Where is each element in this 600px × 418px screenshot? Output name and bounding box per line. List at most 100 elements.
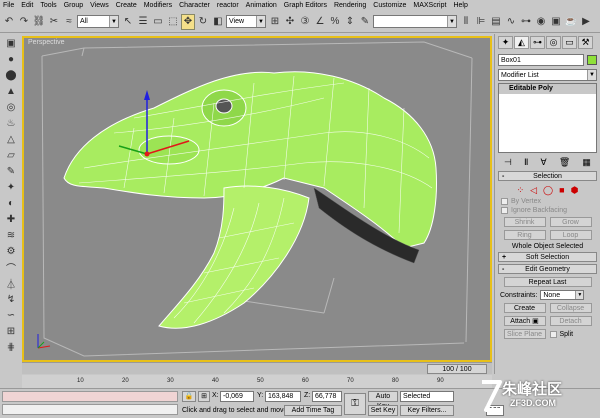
soft-selection-rollout-header[interactable]: + Soft Selection	[498, 252, 597, 262]
trackbar[interactable]: 10 20 30 40 50 60 70 80 90	[22, 375, 492, 388]
create-pyramid-icon[interactable]: △	[2, 132, 20, 146]
object-name-field[interactable]: Box01	[498, 54, 584, 66]
angle-snap-icon[interactable]: ∠	[313, 14, 327, 30]
create-camera-icon[interactable]: ◐	[2, 196, 20, 210]
menu-character[interactable]: Character	[179, 0, 210, 11]
create-helper-icon[interactable]: ✚	[2, 212, 20, 226]
menu-modifiers[interactable]: Modifiers	[144, 0, 172, 11]
create-shape-icon[interactable]: ✎	[2, 164, 20, 178]
viewport-label[interactable]: Perspective	[28, 39, 65, 46]
split-checkbox[interactable]: Split	[549, 329, 592, 339]
make-unique-icon[interactable]: ∀	[541, 157, 547, 168]
maxscript-output[interactable]	[2, 404, 178, 415]
quick-render-icon[interactable]: ☕	[564, 14, 578, 30]
key-mode-dropdown[interactable]: Selected	[400, 391, 454, 402]
detach-button[interactable]: Detach	[549, 316, 592, 326]
schematic-view-icon[interactable]: ⊶	[519, 14, 533, 30]
time-slider-thumb[interactable]: 100 / 100	[427, 364, 487, 374]
select-manipulate-icon[interactable]: ✣	[283, 14, 297, 30]
absolute-mode-icon[interactable]: ⊞	[198, 391, 210, 402]
slice-plane-button[interactable]: Slice Plane	[503, 329, 546, 339]
object-color-swatch[interactable]	[587, 55, 597, 65]
select-rotate-icon[interactable]: ↻	[196, 14, 210, 30]
key-icon[interactable]: ⚿	[344, 393, 366, 415]
pin-stack-icon[interactable]: ⊣	[504, 157, 512, 168]
edit-geometry-rollout-header[interactable]: - Edit Geometry	[498, 264, 597, 274]
configure-sets-icon[interactable]: ▦	[582, 157, 591, 168]
ffd-modifier-icon[interactable]: ⊞	[2, 324, 20, 338]
collapse-button[interactable]: Collapse	[549, 303, 592, 313]
auto-key-button[interactable]: Auto Key	[368, 391, 398, 410]
ignore-backfacing-checkbox[interactable]: Ignore Backfacing	[501, 207, 594, 214]
noise-modifier-icon[interactable]: ∽	[2, 308, 20, 322]
window-crossing-icon[interactable]: ⬚	[166, 14, 180, 30]
menu-help[interactable]: Help	[453, 0, 467, 11]
menu-customize[interactable]: Customize	[373, 0, 406, 11]
x-coordinate-field[interactable]: -0,069	[220, 391, 254, 402]
utilities-tab-icon[interactable]: ⚒	[578, 36, 593, 49]
loop-button[interactable]: Loop	[549, 230, 592, 240]
polygon-icon[interactable]: ■	[559, 185, 564, 196]
undo-icon[interactable]: ↶	[2, 14, 16, 30]
element-icon[interactable]: ⬢	[571, 185, 579, 196]
create-box-icon[interactable]: ▣	[2, 36, 20, 50]
create-torus-icon[interactable]: ◎	[2, 100, 20, 114]
create-button[interactable]: Create	[503, 303, 546, 313]
menu-views[interactable]: Views	[90, 0, 109, 11]
selection-rollout-header[interactable]: - Selection	[498, 171, 597, 181]
selection-filter-dropdown[interactable]: All ▼	[77, 15, 119, 28]
menu-animation[interactable]: Animation	[246, 0, 277, 11]
select-object-icon[interactable]: ↖	[121, 14, 135, 30]
menu-group[interactable]: Group	[64, 0, 83, 11]
percent-snap-icon[interactable]: %	[328, 14, 342, 30]
create-teapot-icon[interactable]: ♨	[2, 116, 20, 130]
lattice-modifier-icon[interactable]: ⋕	[2, 340, 20, 354]
render-scene-icon[interactable]: ▣	[549, 14, 563, 30]
modify-tab-icon[interactable]: ◭	[514, 36, 529, 49]
unlink-icon[interactable]: ✂	[47, 14, 61, 30]
select-by-name-icon[interactable]: ☰	[136, 14, 150, 30]
create-sphere-icon[interactable]: ●	[2, 52, 20, 66]
redo-icon[interactable]: ↷	[17, 14, 31, 30]
select-link-icon[interactable]: ⛓	[32, 14, 46, 30]
curve-editor-icon[interactable]: ∿	[504, 14, 518, 30]
menu-tools[interactable]: Tools	[40, 0, 56, 11]
pivot-icon[interactable]: ⊞	[268, 14, 282, 30]
menu-file[interactable]: File	[3, 0, 14, 11]
maxscript-listener[interactable]	[2, 391, 178, 402]
snap-3d-icon[interactable]: ③	[298, 14, 312, 30]
mirror-icon[interactable]: ⫴	[459, 14, 473, 30]
border-icon[interactable]: ◯	[543, 185, 553, 196]
create-tab-icon[interactable]: ✦	[498, 36, 513, 49]
create-cone-icon[interactable]: ▲	[2, 84, 20, 98]
dinosaur-mesh[interactable]	[63, 71, 437, 329]
hierarchy-tab-icon[interactable]: ⊶	[530, 36, 545, 49]
bind-space-warp-icon[interactable]: ≈	[62, 14, 76, 30]
menu-maxscript[interactable]: MAXScript	[413, 0, 446, 11]
grow-button[interactable]: Grow	[549, 217, 592, 227]
show-end-result-icon[interactable]: Ⅱ	[524, 157, 528, 168]
key-filters-button[interactable]: Key Filters...	[400, 405, 454, 416]
attach-button[interactable]: Attach ▣	[503, 316, 546, 326]
material-editor-icon[interactable]: ◉	[534, 14, 548, 30]
rect-selection-icon[interactable]: ▭	[151, 14, 165, 30]
menu-reactor[interactable]: reactor	[217, 0, 239, 11]
add-time-tag-button[interactable]: Add Time Tag	[284, 405, 342, 416]
shrink-button[interactable]: Shrink	[503, 217, 546, 227]
create-spacewarp-icon[interactable]: ≋	[2, 228, 20, 242]
constraints-dropdown[interactable]: None ▼	[540, 290, 585, 300]
named-selection-dropdown[interactable]: ▼	[373, 15, 457, 28]
perspective-viewport[interactable]: Perspective	[22, 36, 492, 362]
menu-rendering[interactable]: Rendering	[334, 0, 366, 11]
layer-manager-icon[interactable]: ▤	[489, 14, 503, 30]
z-coordinate-field[interactable]: 66,778	[312, 391, 342, 402]
taper-modifier-icon[interactable]: ⏃	[2, 276, 20, 291]
motion-tab-icon[interactable]: ◎	[546, 36, 561, 49]
edit-named-sel-icon[interactable]: ✎	[358, 14, 372, 30]
attach-list-icon[interactable]: ▣	[532, 318, 539, 325]
create-plane-icon[interactable]: ▱	[2, 148, 20, 162]
spinner-snap-icon[interactable]: ⇕	[343, 14, 357, 30]
twist-modifier-icon[interactable]: ↯	[2, 292, 20, 306]
create-light-icon[interactable]: ✦	[2, 180, 20, 194]
display-tab-icon[interactable]: ▭	[562, 36, 577, 49]
